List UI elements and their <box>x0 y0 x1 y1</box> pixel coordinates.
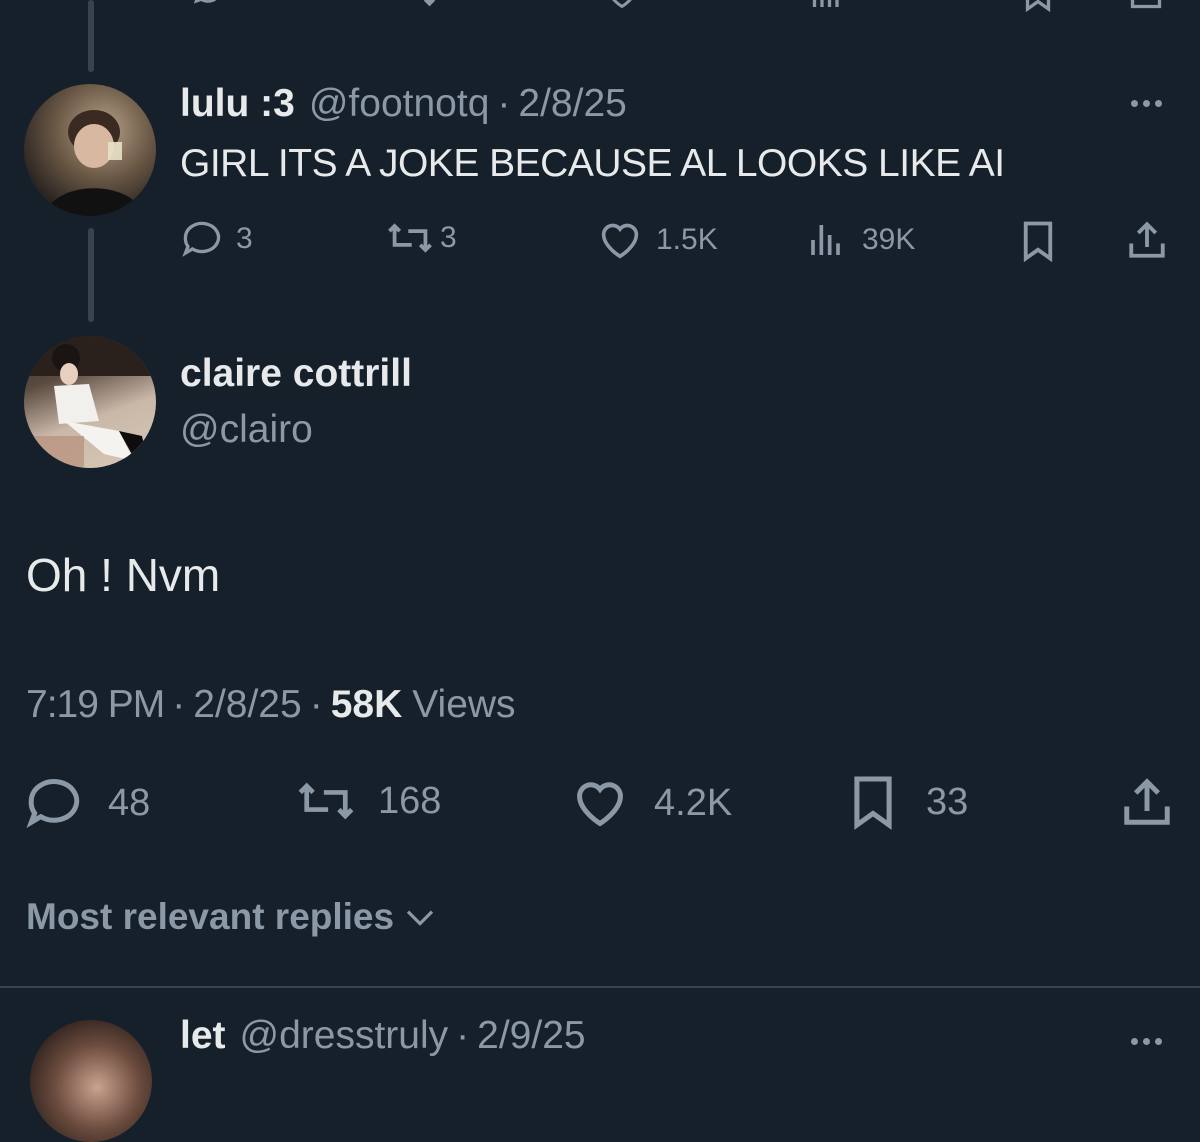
bookmark-icon[interactable] <box>1022 0 1054 12</box>
tweet-text: Oh ! Nvm <box>26 549 221 601</box>
handle[interactable]: @dresstruly <box>240 1014 449 1058</box>
retweet-count: 168 <box>378 779 442 822</box>
reply-count: 48 <box>108 781 151 824</box>
avatar[interactable] <box>30 1020 152 1142</box>
divider <box>0 986 1200 988</box>
like-icon <box>598 220 642 260</box>
reply-icon <box>182 220 222 258</box>
replies-sort-label: Most relevant replies <box>26 896 395 937</box>
reply-button[interactable]: 3 <box>182 220 253 258</box>
display-name[interactable]: let <box>180 1014 226 1058</box>
bookmark-icon <box>850 774 896 830</box>
avatar[interactable] <box>24 84 156 216</box>
bookmark-count: 33 <box>926 780 969 823</box>
bookmark-icon[interactable] <box>1020 220 1056 262</box>
separator: · <box>172 683 186 726</box>
like-count: 1.5K <box>656 223 718 256</box>
chevron-down-icon <box>404 906 436 928</box>
retweet-icon[interactable] <box>395 0 437 8</box>
separator: · <box>309 683 323 726</box>
retweet-count: 3 <box>440 221 457 254</box>
display-name[interactable]: lulu :3 <box>180 82 295 126</box>
retweet-button[interactable]: 3 <box>386 220 457 256</box>
more-options-icon[interactable] <box>1131 1038 1162 1045</box>
tweet-date[interactable]: 2/8/25 <box>518 82 626 126</box>
views-icon <box>808 220 848 260</box>
reply-icon <box>26 778 82 828</box>
like-icon[interactable] <box>604 0 640 10</box>
bookmark-button[interactable]: 33 <box>850 774 968 830</box>
tweet-time[interactable]: 7:19 PM <box>26 683 165 727</box>
handle[interactable]: @clairo <box>180 408 313 452</box>
views-button[interactable]: 39K <box>808 220 915 260</box>
tweet-meta: 7:19 PM · 2/8/25 · 58K Views <box>26 683 516 727</box>
reply-icon[interactable] <box>190 0 226 8</box>
reply-count: 3 <box>236 222 253 255</box>
like-button[interactable]: 4.2K <box>572 778 732 828</box>
tweet-text: GIRL ITS A JOKE BECAUSE AL LOOKS LIKE AI <box>180 142 1005 185</box>
views-count: 58K <box>330 683 403 726</box>
views-count: 39K <box>862 223 916 256</box>
more-options-icon[interactable] <box>1131 100 1162 107</box>
tweet-date[interactable]: 2/8/25 <box>193 683 301 727</box>
handle[interactable]: @footnotq <box>309 82 490 126</box>
like-count: 4.2K <box>654 781 733 824</box>
separator: · <box>497 82 511 125</box>
avatar[interactable] <box>24 336 156 468</box>
thread-line-middle <box>88 228 94 322</box>
replies-sort-dropdown[interactable]: Most relevant replies <box>26 896 436 938</box>
reply-button[interactable]: 48 <box>26 778 150 828</box>
share-icon[interactable] <box>1128 0 1164 12</box>
views-label: Views <box>412 683 516 726</box>
views-icon[interactable] <box>810 0 846 10</box>
thread-line-top <box>88 0 94 72</box>
share-icon[interactable] <box>1126 218 1168 262</box>
display-name[interactable]: claire cottrill <box>180 352 412 396</box>
separator: · <box>456 1014 470 1057</box>
tweet-date[interactable]: 2/9/25 <box>477 1014 585 1058</box>
share-icon[interactable] <box>1120 774 1174 830</box>
retweet-icon <box>296 778 356 824</box>
retweet-button[interactable]: 168 <box>296 778 441 824</box>
like-button[interactable]: 1.5K <box>598 220 718 260</box>
retweet-icon <box>386 220 434 256</box>
like-icon <box>572 778 628 828</box>
